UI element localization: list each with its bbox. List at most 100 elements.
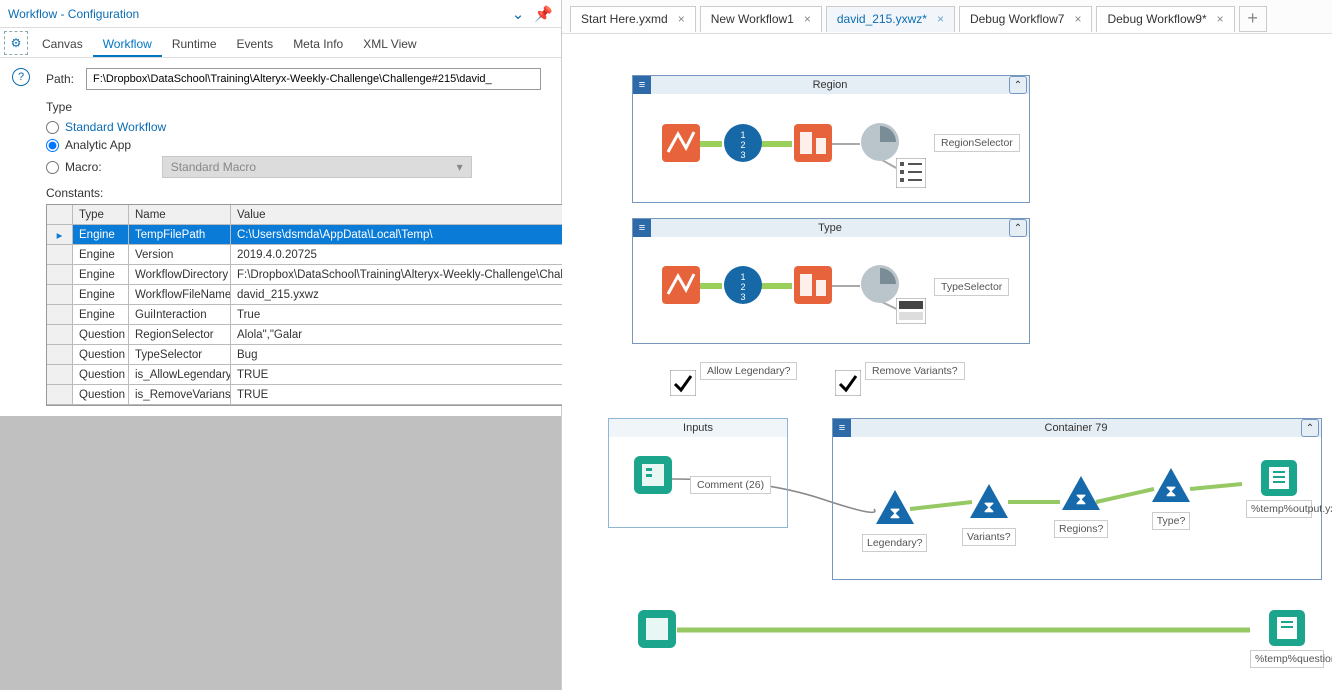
checkbox-tool[interactable] [670, 370, 696, 396]
svg-text:⧗: ⧗ [889, 505, 900, 522]
container-tag-icon: ≡ [633, 219, 651, 237]
input-tool[interactable] [634, 456, 672, 494]
close-icon[interactable]: × [678, 12, 685, 26]
svg-text:1: 1 [740, 272, 745, 282]
doc-tab[interactable]: david_215.yxwz*× [826, 6, 955, 32]
tool-label: Type? [1152, 512, 1191, 530]
svg-text:1: 1 [740, 130, 745, 140]
tool-label: Regions? [1054, 520, 1108, 538]
close-icon[interactable]: × [1074, 12, 1081, 26]
doc-tab[interactable]: Debug Workflow7× [959, 6, 1093, 32]
tab-canvas[interactable]: Canvas [32, 31, 93, 57]
filter-tool[interactable]: ⧗ Legendary? [862, 488, 927, 552]
table-row[interactable]: ▸ Engine TempFilePath C:\Users\dsmda\App… [47, 225, 648, 245]
pin-icon[interactable]: 📌 [534, 5, 553, 23]
col-name[interactable]: Name [129, 205, 231, 224]
macro-select-text: Standard Macro [171, 160, 256, 174]
radio-macro[interactable] [46, 161, 59, 174]
create-config-tool[interactable]: 123 [724, 266, 762, 304]
container-title: Inputs [609, 422, 787, 434]
new-tab-button[interactable]: + [1239, 6, 1267, 32]
dropdown-tool[interactable] [896, 298, 926, 324]
radio-macro-label: Macro: [65, 160, 102, 174]
container-title: Region [651, 79, 1009, 91]
container-tag-icon: ≡ [833, 419, 851, 437]
chevron-down-icon: ▾ [457, 160, 463, 174]
tab-runtime[interactable]: Runtime [162, 31, 227, 57]
container-tag-icon: ≡ [633, 76, 651, 94]
doc-tab[interactable]: Debug Workflow9*× [1096, 6, 1234, 32]
comment-annot: Comment (26) [690, 476, 771, 494]
annotation: TypeSelector [934, 278, 1009, 296]
table-row[interactable]: QuestionTypeSelectorBug [47, 345, 648, 365]
table-row[interactable]: EngineWorkflowDirectoryF:\Dropbox\DataSc… [47, 265, 648, 285]
action-tool[interactable] [860, 264, 900, 304]
tool-label: %temp%output.yxdb [1246, 500, 1312, 518]
output-tool[interactable]: %temp%questions.yxdb [1250, 610, 1324, 668]
table-row[interactable]: Questionis_RemoveVariansTRUE [47, 385, 648, 405]
collapse-icon[interactable]: ⌃ [1009, 219, 1027, 237]
container-title: Container 79 [851, 422, 1301, 434]
annotation: Remove Variants? [865, 362, 965, 380]
annotation: Allow Legendary? [700, 362, 797, 380]
path-input[interactable] [86, 68, 541, 90]
filter-tool[interactable]: ⧗ Type? [1150, 466, 1192, 530]
svg-text:3: 3 [740, 150, 745, 160]
table-row[interactable]: EngineGuiInteractionTrue [47, 305, 648, 325]
tab-events[interactable]: Events [227, 31, 284, 57]
listbox-tool[interactable] [896, 158, 926, 188]
filter-tool[interactable]: ⧗ Regions? [1054, 474, 1108, 538]
chevron-down-icon[interactable]: ⌄ [512, 5, 525, 23]
collapse-icon[interactable]: ⌃ [1301, 419, 1319, 437]
doc-tab[interactable]: New Workflow1× [700, 6, 822, 32]
summarize-tool[interactable] [794, 266, 832, 304]
panel-empty-area [0, 416, 561, 690]
radio-analytic-label: Analytic App [65, 138, 131, 152]
macro-input-tool[interactable] [662, 266, 700, 304]
svg-text:⧗: ⧗ [1165, 483, 1176, 500]
table-row[interactable]: EngineVersion2019.4.0.20725 [47, 245, 648, 265]
tool-label: Legendary? [862, 534, 927, 552]
workflow-canvas[interactable]: ≡Region⌃ 123 RegionSelector ≡Type⌃ 123 T… [562, 34, 1332, 690]
tab-workflow[interactable]: Workflow [93, 31, 162, 57]
checkbox-tool[interactable] [835, 370, 861, 396]
help-icon[interactable]: ? [12, 68, 30, 86]
table-row[interactable]: EngineWorkflowFileNamedavid_215.yxwz [47, 285, 648, 305]
tab-xmlview[interactable]: XML View [353, 31, 426, 57]
panel-title: Workflow - Configuration [8, 7, 502, 21]
doc-tab[interactable]: Start Here.yxmd× [570, 6, 696, 32]
table-row[interactable]: QuestionRegionSelectorAlola","Galar [47, 325, 648, 345]
radio-standard[interactable] [46, 121, 59, 134]
filter-tool[interactable]: ⧗ Variants? [962, 482, 1016, 546]
path-label: Path: [46, 72, 86, 86]
svg-text:2: 2 [740, 140, 745, 150]
container-title: Type [651, 222, 1009, 234]
svg-text:3: 3 [740, 292, 745, 302]
svg-text:⧗: ⧗ [1076, 491, 1087, 508]
radio-analytic[interactable] [46, 139, 59, 152]
summarize-tool[interactable] [794, 124, 832, 162]
input-tool[interactable] [638, 610, 676, 648]
macro-select[interactable]: Standard Macro ▾ [162, 156, 472, 178]
tab-metainfo[interactable]: Meta Info [283, 31, 353, 57]
constants-label: Constants: [46, 186, 541, 200]
doc-tab-bar: Start Here.yxmd× New Workflow1× david_21… [562, 0, 1332, 34]
svg-text:⧗: ⧗ [983, 499, 994, 516]
action-tool[interactable] [860, 122, 900, 162]
type-section-label: Type [46, 100, 541, 114]
table-row[interactable]: Questionis_AllowLegendaryTRUE [47, 365, 648, 385]
svg-text:2: 2 [740, 282, 745, 292]
close-icon[interactable]: × [804, 12, 811, 26]
close-icon[interactable]: × [1217, 12, 1224, 26]
output-tool[interactable]: %temp%output.yxdb [1246, 460, 1312, 518]
tool-label: Variants? [962, 528, 1016, 546]
create-config-tool[interactable]: 123 [724, 124, 762, 162]
constants-grid[interactable]: Type Name Value # ▸ Engine TempFilePath … [46, 204, 649, 406]
close-icon[interactable]: × [937, 12, 944, 26]
col-type[interactable]: Type [73, 205, 129, 224]
macro-input-tool[interactable] [662, 124, 700, 162]
gear-icon[interactable]: ⚙ [4, 31, 28, 55]
collapse-icon[interactable]: ⌃ [1009, 76, 1027, 94]
radio-standard-label: Standard Workflow [65, 120, 166, 134]
config-panel: Workflow - Configuration ⌄ 📌 ⚙ Canvas Wo… [0, 0, 562, 690]
